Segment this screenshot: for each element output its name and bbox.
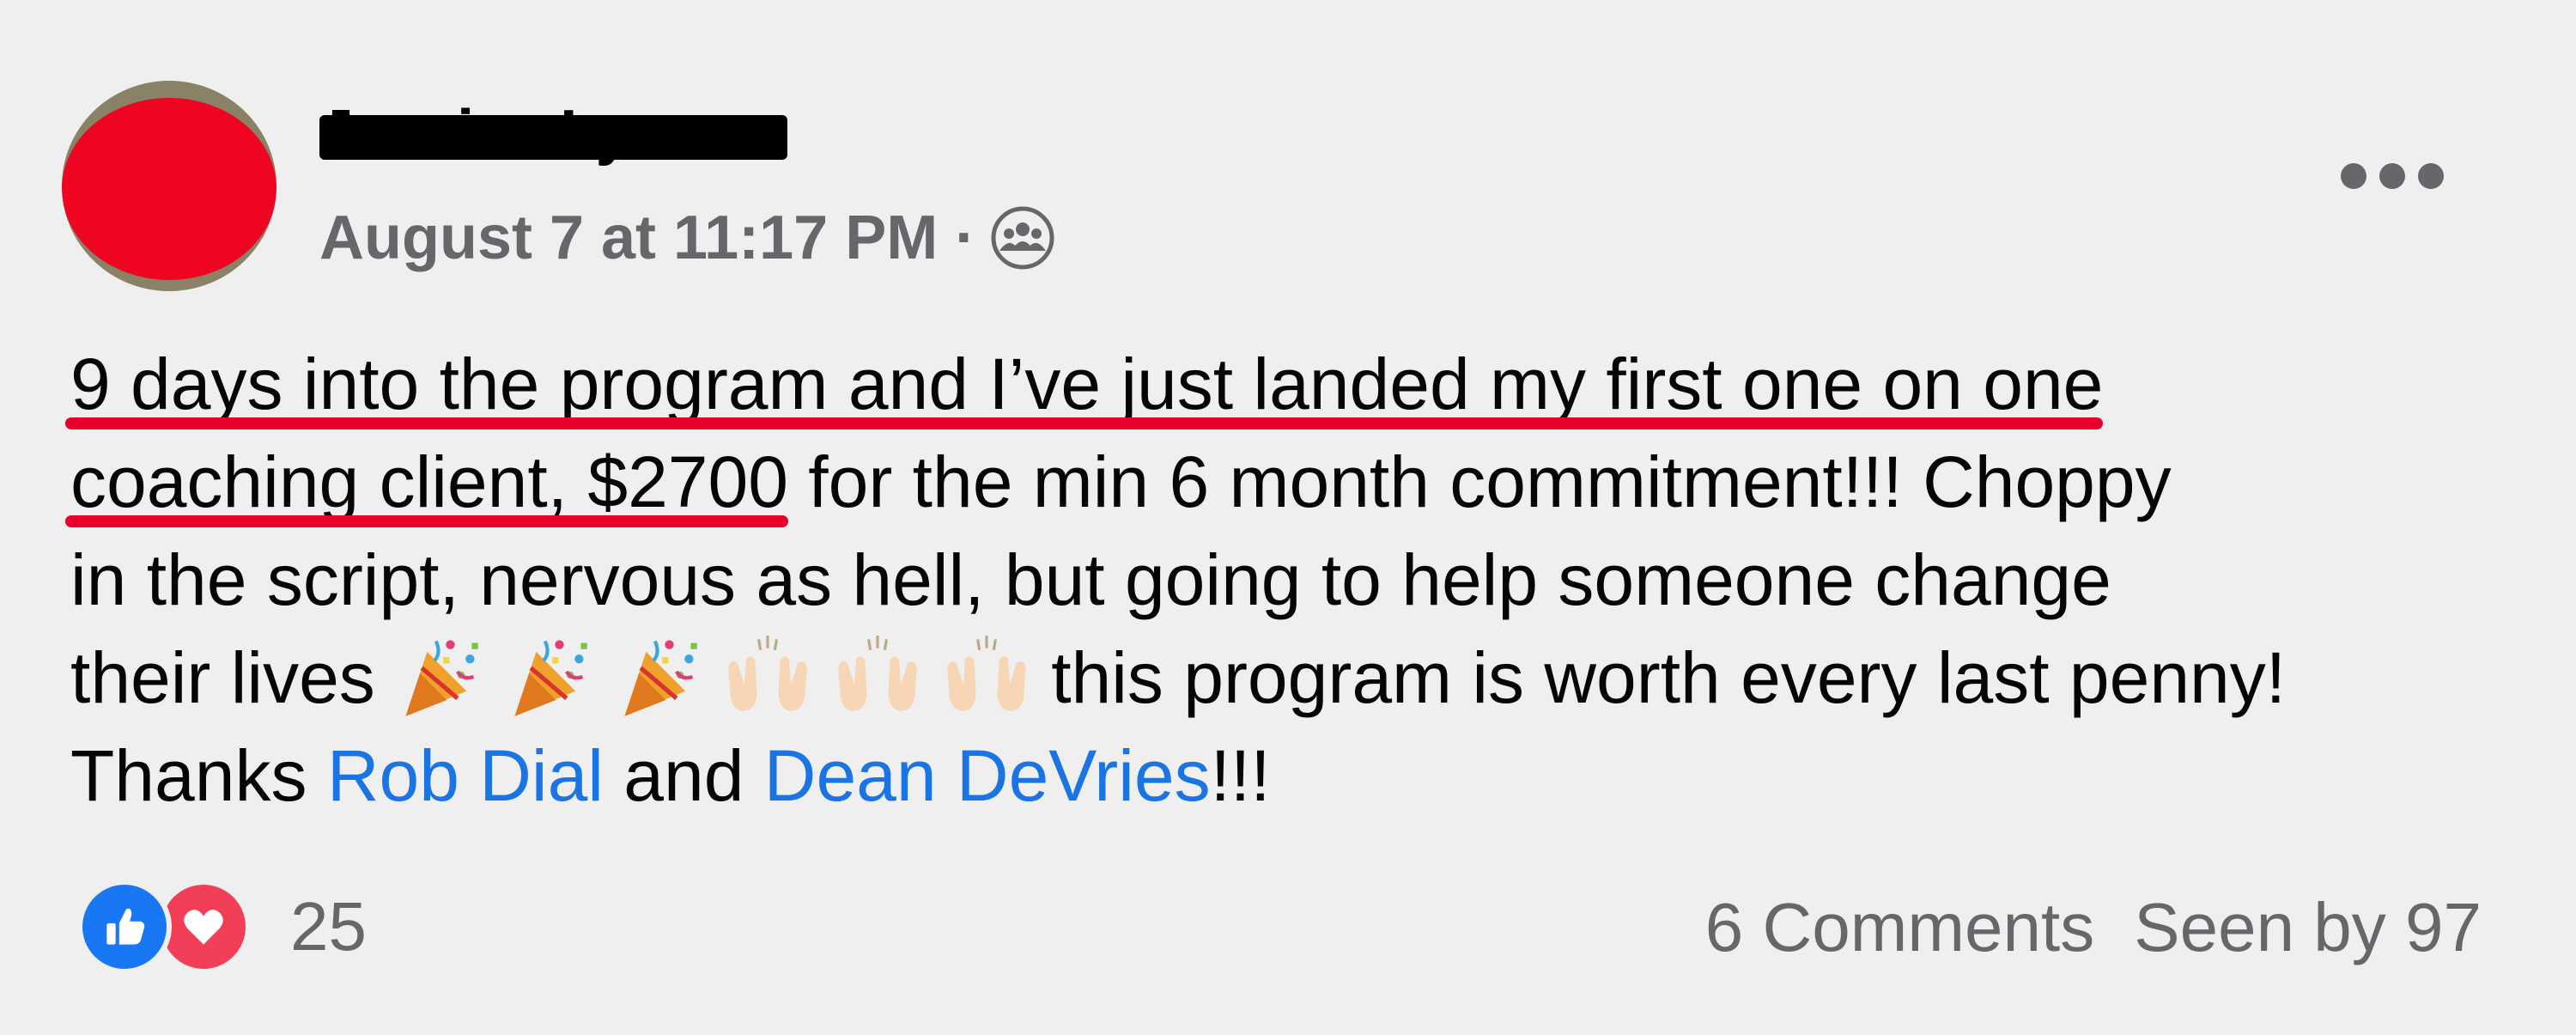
raising-hands-icon (942, 632, 1031, 721)
highlighted-text: coaching client, $2700 (70, 441, 788, 522)
post-stats: 6 Comments Seen by 97 (1705, 893, 2482, 962)
raising-hands-icon (833, 632, 922, 721)
avatar-redaction (62, 98, 276, 280)
more-dot (2418, 163, 2444, 189)
post-text-segment: Thanks (70, 735, 327, 816)
seen-by-count[interactable]: Seen by 97 (2134, 893, 2482, 962)
post-card: Jessica Lynn August 7 at 11:17 PM · 9 da… (0, 0, 2576, 1035)
reactions-summary[interactable]: 25 (77, 880, 367, 974)
author-name-redaction (319, 115, 787, 160)
post-text-segment: this program is worth every last penny! (1051, 637, 2287, 718)
post-line-5: Thanks Rob Dial and Dean DeVries!!! (70, 727, 2543, 825)
more-options-icon[interactable] (2341, 155, 2444, 198)
post-text-segment: their lives (70, 637, 396, 718)
party-popper-icon (395, 632, 484, 721)
post-line-1: 9 days into the program and I’ve just la… (70, 335, 2543, 433)
more-dot (2341, 163, 2366, 189)
post-line-2: coaching client, $2700 for the min 6 mon… (70, 433, 2543, 531)
post-text-segment: and (603, 735, 764, 816)
party-popper-icon (504, 632, 593, 721)
more-dot (2379, 163, 2405, 189)
comments-count-link[interactable]: 6 Comments (1705, 893, 2094, 962)
post-text-segment: for the min 6 month commitment!!! Choppy (787, 441, 2172, 522)
post-text: 9 days into the program and I’ve just la… (70, 335, 2543, 825)
avatar[interactable] (62, 81, 276, 291)
mention-link-dean-devries[interactable]: Dean DeVries (764, 735, 1211, 816)
highlighted-text: 9 days into the program and I’ve just la… (70, 344, 2104, 424)
post-line-4: their lives this program is worth every … (70, 629, 2543, 727)
group-icon[interactable] (991, 206, 1054, 270)
post-text-segment: !!! (1210, 735, 1271, 816)
reaction-count: 25 (290, 888, 367, 965)
post-line-3: in the script, nervous as hell, but goin… (70, 539, 2111, 620)
raising-hands-icon (723, 632, 812, 721)
like-reaction-icon (77, 880, 172, 974)
post-meta: August 7 at 11:17 PM · (319, 199, 1054, 277)
meta-separator: · (955, 204, 976, 272)
party-popper-icon (614, 632, 703, 721)
mention-link-rob-dial[interactable]: Rob Dial (327, 735, 604, 816)
post-timestamp[interactable]: August 7 at 11:17 PM (319, 203, 938, 273)
